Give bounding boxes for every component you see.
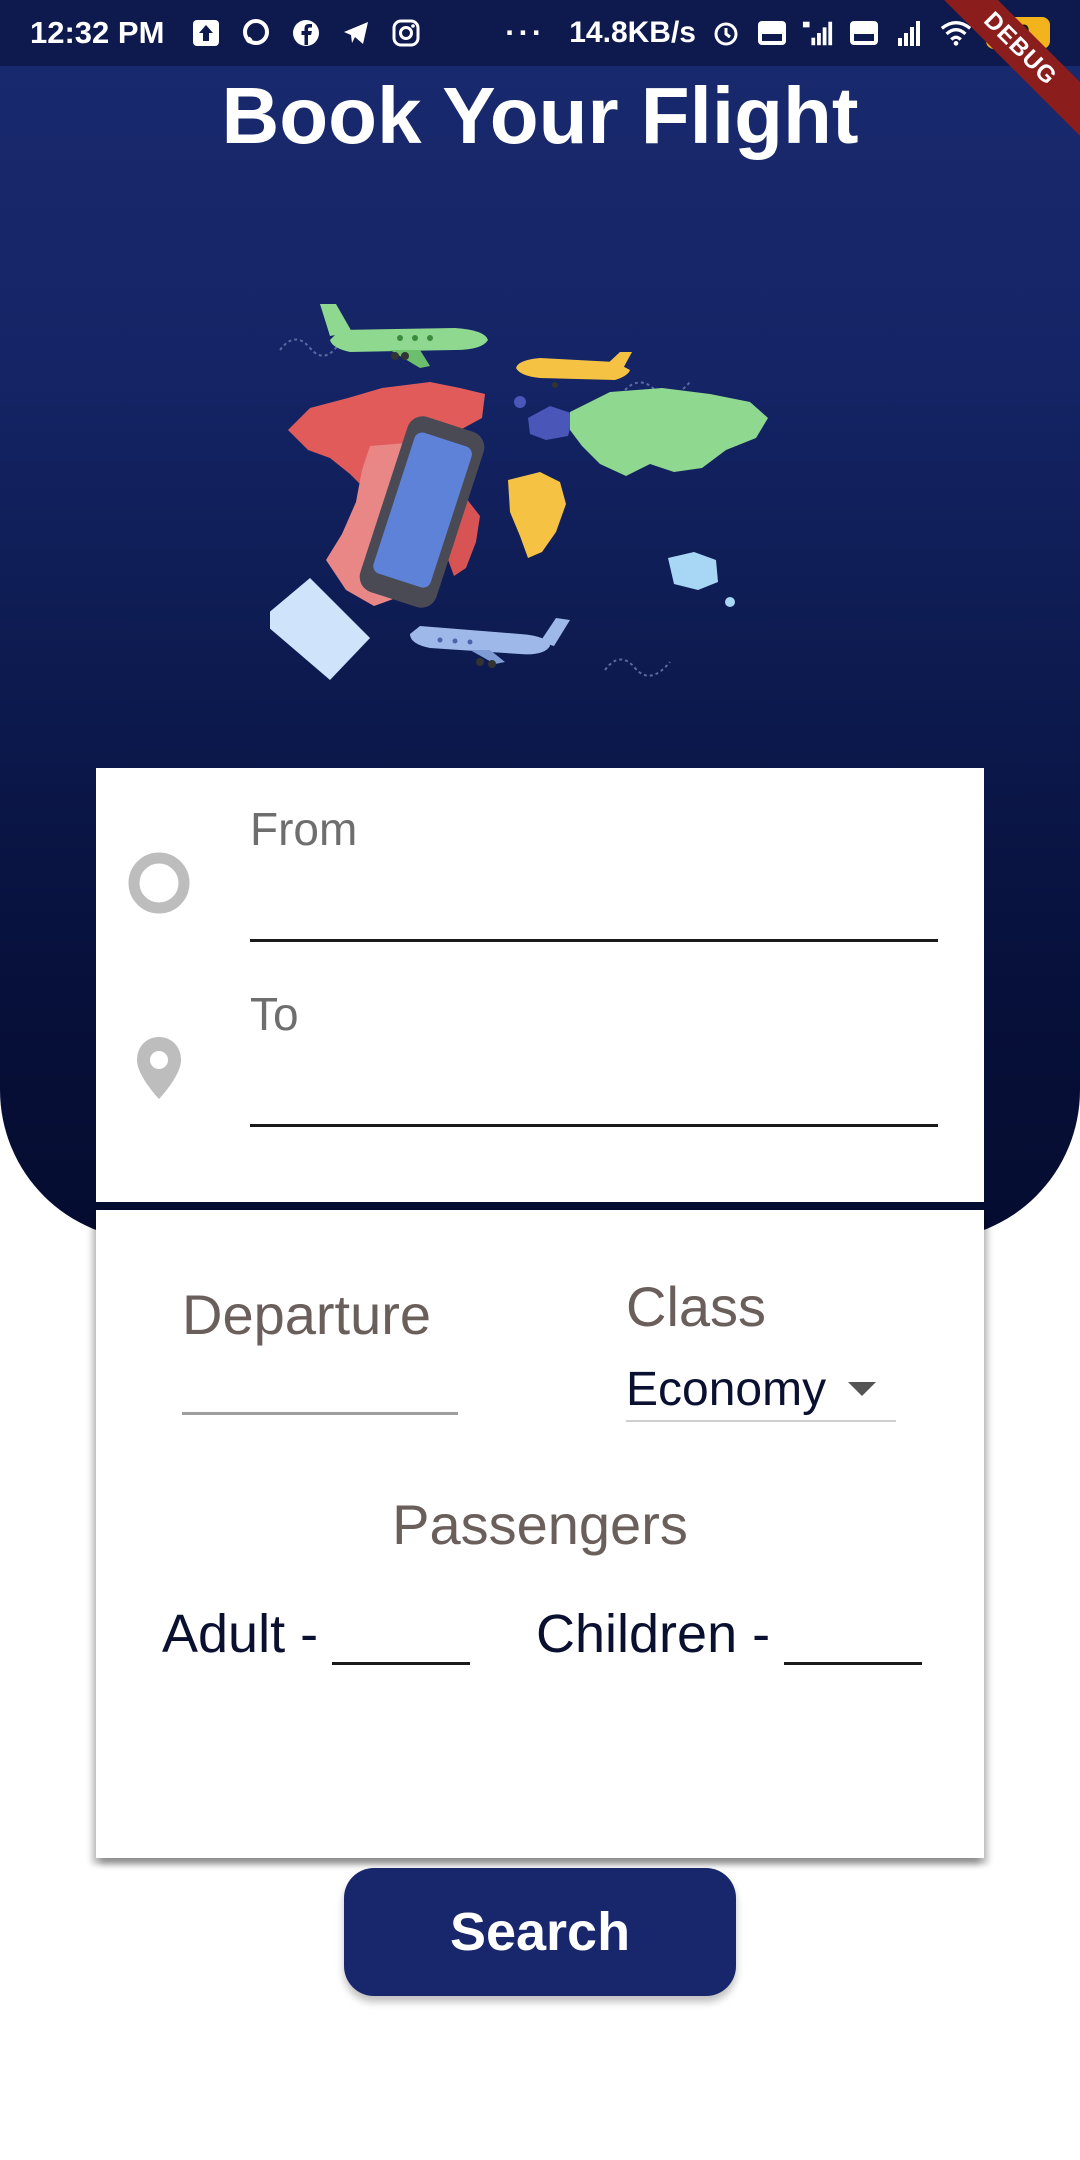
class-selected-value: Economy — [626, 1362, 827, 1416]
passengers-label: Passengers — [392, 1493, 688, 1556]
facebook-icon — [290, 17, 322, 49]
upload-icon — [190, 17, 222, 49]
class-dropdown[interactable]: Economy — [626, 1358, 896, 1422]
search-button[interactable]: Search — [344, 1868, 736, 1996]
adult-row: Adult - — [162, 1595, 471, 1665]
departure-label: Departure — [182, 1283, 432, 1346]
children-row: Children - — [536, 1595, 923, 1665]
origin-circle-icon — [128, 852, 190, 914]
from-label: From — [250, 803, 358, 855]
europe-shape — [528, 406, 574, 440]
class-label: Class — [626, 1275, 767, 1338]
dropdown-caret-icon — [848, 1382, 877, 1396]
to-input[interactable] — [250, 1043, 938, 1127]
asia-shape — [570, 388, 768, 476]
instagram-icon — [390, 17, 422, 49]
status-time: 12:32 PM — [30, 15, 165, 50]
to-row: To — [96, 973, 984, 1143]
chat-bubble-icon — [240, 17, 272, 49]
telegram-icon — [340, 17, 372, 49]
volte-icon — [756, 17, 788, 49]
to-label: To — [250, 988, 299, 1040]
more-notifications-indicator: ··· — [505, 15, 546, 50]
plane-icon — [320, 304, 488, 368]
location-pin-icon — [137, 1037, 181, 1099]
adult-label: Adult - — [162, 1604, 319, 1664]
children-label: Children - — [536, 1604, 771, 1664]
africa-shape — [508, 472, 566, 558]
signal-icon — [894, 17, 926, 49]
departure-date-field[interactable] — [182, 1412, 458, 1415]
trip-details-card: Departure Class Economy Passengers Adult… — [96, 1210, 984, 1858]
from-input[interactable] — [250, 858, 938, 942]
plane-icon — [410, 618, 570, 668]
alarm-icon — [710, 17, 742, 49]
volte-icon — [848, 17, 880, 49]
status-bar: 12:32 PM ··· 14.8KB/s — [0, 0, 1080, 66]
australia-shape — [668, 552, 718, 590]
travel-illustration — [270, 304, 768, 680]
network-speed: 14.8KB/s — [569, 16, 696, 49]
signal-4g-icon — [802, 17, 834, 49]
from-row: From — [96, 788, 984, 958]
adult-count-input[interactable] — [332, 1609, 471, 1665]
children-count-input[interactable] — [784, 1609, 923, 1665]
plane-icon — [516, 352, 632, 388]
book-flight-screen: 12:32 PM ··· 14.8KB/s DEBUG Book Your Fl… — [0, 0, 1080, 2160]
page-title: Book Your Flight — [221, 71, 859, 160]
route-card: From To — [96, 768, 984, 1202]
contrail-decoration — [604, 658, 671, 677]
status-notification-icons — [190, 17, 422, 49]
